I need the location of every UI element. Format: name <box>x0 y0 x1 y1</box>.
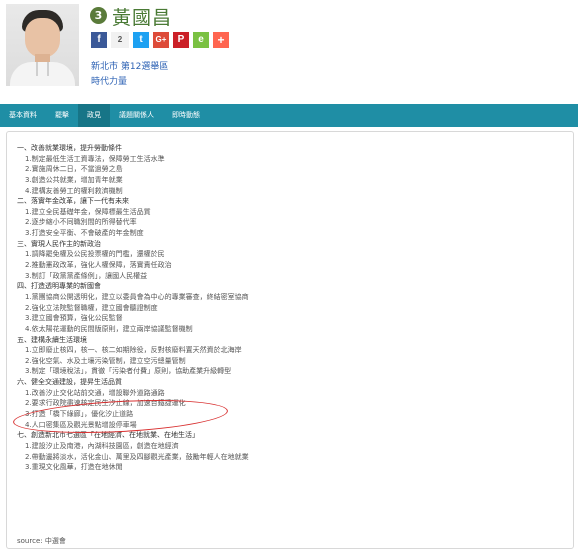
district-link[interactable]: 新北市 第12選舉區 <box>91 59 168 72</box>
policy-item: 3.重現文化風華，打造在地休閒 <box>25 463 123 472</box>
policy-item: 4.建構友善勞工的權利救濟機制 <box>25 186 123 195</box>
facebook-share-button[interactable]: f <box>91 32 107 48</box>
pinterest-share-button[interactable]: P <box>173 32 189 48</box>
evernote-share-button[interactable]: e <box>193 32 209 48</box>
policy-item: 3.制訂「政黨黨產條例」，讓國人民權益 <box>25 271 148 280</box>
share-count: 2 <box>111 32 129 48</box>
policy-section-heading: 六、健全交通建設，提昇生活品質 <box>17 378 122 387</box>
policy-item: 1.建立全民基礎年金，保障標最生活品質 <box>25 207 151 216</box>
policy-item: 1.制定最低生活工資專法，保障勞工生活水準 <box>25 154 165 163</box>
policy-item: 3.創造公共就業，增加青年就業 <box>25 175 123 184</box>
googleplus-share-button[interactable]: G+ <box>153 32 169 48</box>
tab-recall[interactable]: 罷擊 <box>46 104 78 127</box>
policy-item: 1.調降罷免權及公民投票權的門檻，還權於民 <box>25 250 165 259</box>
tab-policy[interactable]: 政見 <box>78 104 110 127</box>
policy-item: 2.推動憲政改革，強化人權保障，落實責任政治 <box>25 261 172 270</box>
policy-item: 2.要求行政院盡速核定民生汐止線，加速台鐵捷運化 <box>25 399 186 408</box>
policy-list: 一、改善就業環境，提升勞動條件 1.制定最低生活工資專法，保障勞工生活水準 2.實施… <box>17 143 567 473</box>
policy-item: 3.打造「橋下綠廊」，優化汐止道路 <box>25 410 134 419</box>
policy-item: 1.立即廢止核四，核一、核二如期除役，反對核廢料置天然資於北海岸 <box>25 346 242 355</box>
share-buttons: f 2 t G+ P e + <box>91 32 229 48</box>
policy-item: 1.改善汐止交化站前交通，增設聯外道路通路 <box>25 388 165 397</box>
tab-basic-info[interactable]: 基本資料 <box>0 104 46 127</box>
twitter-share-button[interactable]: t <box>133 32 149 48</box>
policy-item: 1.黨團協商公開透明化，建立以委員會為中心的專業審查，終結密室協商 <box>25 292 249 301</box>
policy-item: 3.建立國會預算，強化公民監督 <box>25 314 123 323</box>
policy-item: 2.強化立法院監督職權，建立國會聽證制度 <box>25 303 158 312</box>
policy-panel: 一、改善就業環境，提升勞動條件 1.制定最低生活工資專法，保障勞工生活水準 2.實施… <box>6 131 574 549</box>
policy-section-heading: 五、建構永續生活環境 <box>17 335 87 344</box>
policy-item: 2.帶動邊將淡水，活化金山、萬里及四腳觀光產業，鼓勵年輕人在地就業 <box>25 452 249 461</box>
party-link[interactable]: 時代力量 <box>91 74 127 87</box>
policy-item: 4.人口密集區及觀光景點增設停車場 <box>25 420 137 429</box>
policy-section-heading: 四、打造透明專業的新國會 <box>17 282 101 291</box>
tab-bar: 基本資料 罷擊 政見 議題關係人 即時動態 <box>0 104 578 127</box>
policy-section-heading: 一、改善就業環境，提升勞動條件 <box>17 144 122 152</box>
policy-section-heading: 二、落實年金改革，讓下一代有未來 <box>17 197 129 206</box>
policy-item: 3.打造安全平衡、不會破產的年金制度 <box>25 229 144 238</box>
policy-item: 2.逐步縮小不同職別間的所得替代率 <box>25 218 137 227</box>
source-note: source: 中選會 <box>17 537 66 545</box>
tab-live-updates[interactable]: 即時動態 <box>163 104 209 127</box>
policy-section-heading: 七、創造新北市七選區「在地經濟、在地就業、在地生活」 <box>17 431 199 440</box>
candidate-number-badge: 3 <box>90 7 107 24</box>
policy-item: 2.強化空氣、水及土壤污染管制，建立空污總量管制 <box>25 356 186 365</box>
tab-stakeholders[interactable]: 議題關係人 <box>110 104 163 127</box>
policy-item: 3.制定「環境稅法」，貫徹「污染者付費」原則，協助產業升級轉型 <box>25 367 232 376</box>
policy-section-heading: 三、實現人民作主的新政治 <box>17 239 101 248</box>
more-share-button[interactable]: + <box>213 32 229 48</box>
policy-item: 4.依太陽花運動的民間版原則，建立兩岸協議監督機制 <box>25 324 193 333</box>
candidate-photo <box>6 4 79 86</box>
policy-item: 2.實施周休二日，不當過勞之島 <box>25 165 123 174</box>
candidate-name: 黃國昌 <box>112 7 173 29</box>
policy-item: 1.建設汐止及南港，內湖科技園區，創造在地經濟 <box>25 441 179 450</box>
